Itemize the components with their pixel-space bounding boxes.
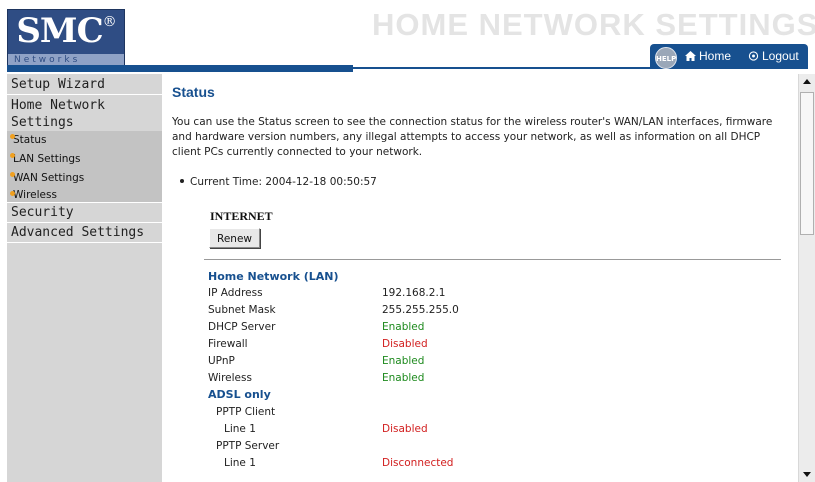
sidebar-item-home-network-settings[interactable]: Home Network Settings bbox=[7, 95, 162, 131]
status-row-pptp-server-line1: Line 1 Disconnected bbox=[224, 457, 454, 469]
renew-button[interactable]: Renew bbox=[209, 228, 260, 248]
header: SMC® Networks HOME NETWORK SETTINGS HELP… bbox=[0, 0, 815, 74]
sidebar-submenu: Status LAN Settings WAN Settings Wireles… bbox=[7, 131, 162, 202]
sidebar-item-label: Home Network bbox=[11, 98, 105, 113]
logo-brand: SMC bbox=[16, 11, 103, 51]
header-divider bbox=[7, 65, 353, 72]
home-link-label: Home bbox=[699, 49, 732, 63]
status-row-pptp-client: PPTP Client bbox=[216, 406, 276, 418]
lan-heading: Home Network (LAN) bbox=[208, 270, 339, 283]
vertical-scrollbar[interactable] bbox=[798, 74, 815, 482]
sidebar-subitem-wan-settings[interactable]: WAN Settings bbox=[7, 169, 162, 188]
bullet-icon bbox=[10, 134, 15, 139]
arrow-up-icon bbox=[803, 79, 811, 84]
sidebar-item-advanced-settings[interactable]: Advanced Settings bbox=[7, 223, 162, 242]
logout-link[interactable]: Logout bbox=[748, 49, 799, 63]
main-content: Status You can use the Status screen to … bbox=[162, 74, 798, 482]
current-time: Current Time: 2004-12-18 00:50:57 bbox=[180, 176, 377, 188]
status-row-wireless: Wireless Enabled bbox=[208, 372, 425, 384]
status-row-dhcp-server: DHCP Server Enabled bbox=[208, 321, 425, 333]
scroll-up-button[interactable] bbox=[799, 74, 815, 90]
internet-heading: INTERNET bbox=[210, 209, 273, 223]
scroll-down-button[interactable] bbox=[799, 466, 815, 482]
sidebar: Setup Wizard Home Network Settings Statu… bbox=[7, 74, 162, 482]
power-icon bbox=[748, 51, 759, 61]
logout-link-label: Logout bbox=[762, 49, 799, 63]
sidebar-item-security[interactable]: Security bbox=[7, 203, 162, 222]
logo-registered: ® bbox=[102, 14, 117, 30]
adsl-heading: ADSL only bbox=[208, 388, 271, 401]
sidebar-item-setup-wizard[interactable]: Setup Wizard bbox=[7, 74, 162, 94]
sidebar-subitem-status[interactable]: Status bbox=[7, 131, 162, 150]
home-link[interactable]: Home bbox=[685, 49, 731, 63]
arrow-down-icon bbox=[803, 472, 811, 477]
status-row-upnp: UPnP Enabled bbox=[208, 355, 425, 367]
page-title: Status bbox=[172, 84, 215, 100]
status-row-pptp-client-line1: Line 1 Disabled bbox=[224, 423, 428, 435]
sidebar-item-label: Settings bbox=[11, 115, 74, 130]
intro-text: You can use the Status screen to see the… bbox=[172, 116, 773, 158]
status-row-ip-address: IP Address 192.168.2.1 bbox=[208, 287, 446, 299]
scrollbar-thumb[interactable] bbox=[800, 92, 814, 235]
sidebar-subitem-lan-settings[interactable]: LAN Settings bbox=[7, 150, 162, 169]
sidebar-subitem-wireless[interactable]: Wireless bbox=[7, 188, 162, 202]
help-globe-icon[interactable]: HELP bbox=[655, 47, 677, 69]
smc-logo: SMC® Networks bbox=[7, 9, 125, 67]
bullet-icon bbox=[180, 179, 184, 183]
status-row-subnet-mask: Subnet Mask 255.255.255.0 bbox=[208, 304, 459, 316]
status-row-firewall: Firewall Disabled bbox=[208, 338, 428, 350]
banner-title: HOME NETWORK SETTINGS bbox=[372, 7, 815, 42]
house-icon bbox=[685, 51, 696, 61]
bullet-icon bbox=[10, 153, 15, 158]
bullet-icon bbox=[10, 172, 15, 177]
status-row-pptp-server: PPTP Server bbox=[216, 440, 280, 452]
bullet-icon bbox=[10, 191, 15, 196]
section-divider bbox=[204, 259, 781, 260]
